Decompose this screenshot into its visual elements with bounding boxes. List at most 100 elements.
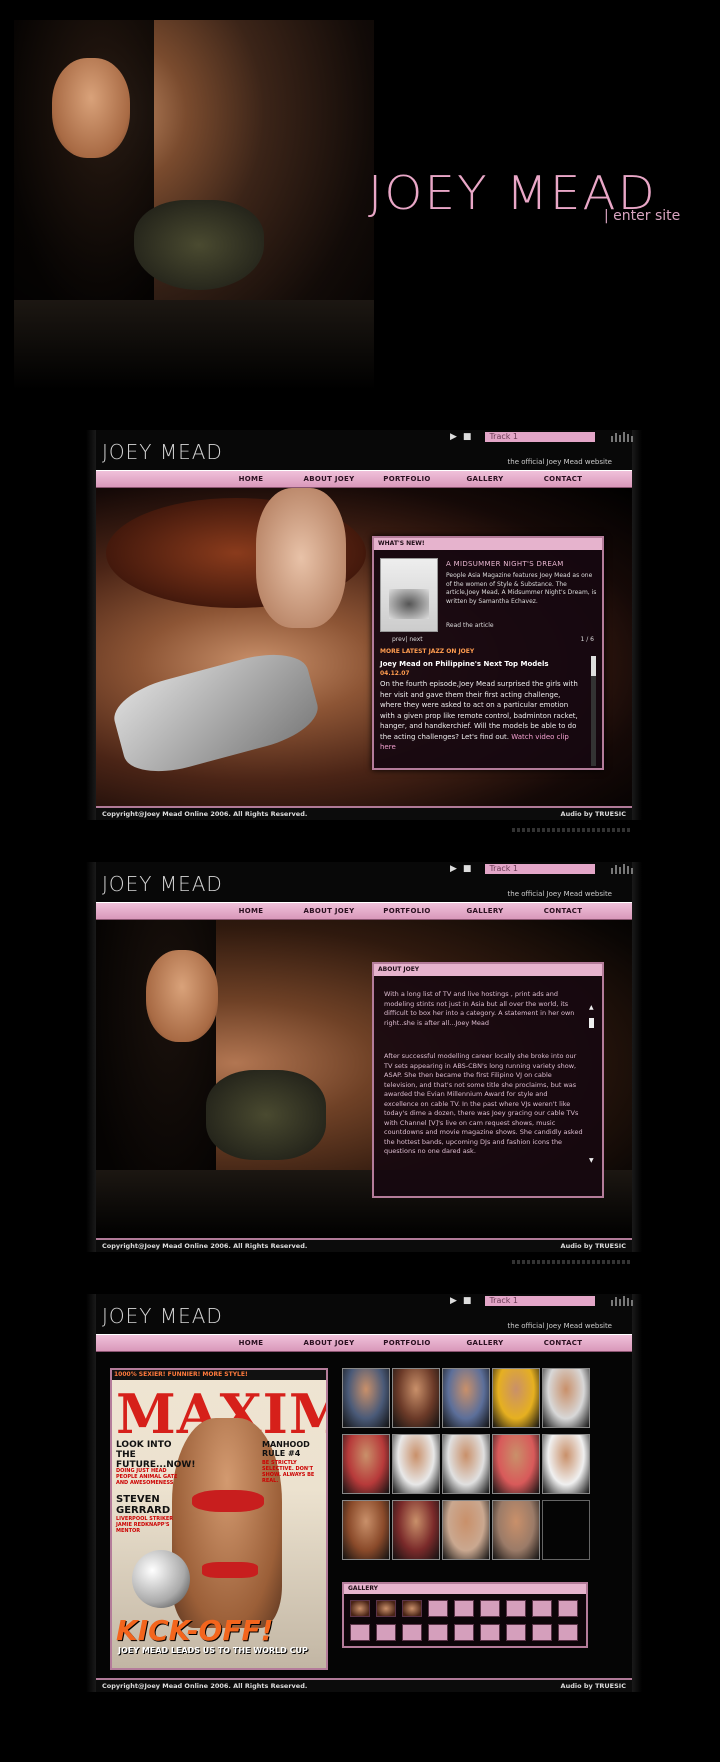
about-paragraph-2: After successful modelling career locall… — [384, 1052, 583, 1155]
gallery-thumbnail[interactable] — [542, 1368, 590, 1428]
article-thumbnail[interactable] — [380, 558, 438, 632]
gallery-slot[interactable] — [402, 1600, 422, 1617]
cover-bikini-bottom — [202, 1562, 258, 1578]
nav-contact[interactable]: CONTACT — [524, 1339, 602, 1347]
main-nav: HOME ABOUT JOEY PORTFOLIO GALLERY CONTAC… — [96, 470, 632, 488]
nav-home[interactable]: HOME — [212, 907, 290, 915]
gallery-thumbnail[interactable] — [392, 1434, 440, 1494]
gallery-thumbnail[interactable] — [442, 1434, 490, 1494]
gallery-thumbnail[interactable] — [442, 1368, 490, 1428]
scroll-down-icon[interactable]: ▼ — [589, 1157, 594, 1164]
featured-magazine-cover[interactable]: 1000% SEXIER! FUNNIER! MORE STYLE! MAXIM… — [110, 1368, 328, 1670]
nav-contact[interactable]: CONTACT — [524, 475, 602, 483]
nav-gallery[interactable]: GALLERY — [446, 1339, 524, 1347]
nav-gallery[interactable]: GALLERY — [446, 475, 524, 483]
gallery-screen: JOEY MEAD ▶ ■ Track 1 the official Joey … — [86, 1294, 642, 1692]
gallery-slot[interactable] — [454, 1600, 474, 1617]
gallery-slot[interactable] — [480, 1624, 500, 1641]
news-item-date: 04.12.07 — [380, 670, 410, 677]
about-scrollbar[interactable]: ▲ ▼ — [589, 1004, 594, 1164]
play-icon[interactable]: ▶ — [450, 432, 457, 442]
gallery-thumbnail[interactable] — [442, 1500, 490, 1560]
gallery-slot[interactable] — [376, 1600, 396, 1617]
nav-home[interactable]: HOME — [212, 1339, 290, 1347]
photo-bikini — [206, 1070, 326, 1160]
news-item-title: Joey Mead on Philippine's Next Top Model… — [380, 660, 549, 668]
whats-new-heading: WHAT'S NEW! — [374, 538, 602, 550]
gallery-strip: GALLERY — [342, 1582, 588, 1648]
stop-icon[interactable]: ■ — [463, 432, 472, 442]
nav-portfolio[interactable]: PORTFOLIO — [368, 1339, 446, 1347]
gallery-thumbnail[interactable] — [542, 1434, 590, 1494]
splash-photo — [14, 20, 374, 390]
site-footer: Copyright@Joey Mead Online 2006. All Rig… — [96, 1678, 632, 1692]
gallery-thumbnail[interactable] — [392, 1500, 440, 1560]
site-logo[interactable]: JOEY MEAD — [102, 872, 223, 896]
news-item-body: On the fourth episode,Joey Mead surprise… — [380, 679, 580, 753]
audio-player: ▶ ■ Track 1 — [450, 432, 634, 442]
nav-about[interactable]: ABOUT JOEY — [290, 475, 368, 483]
gallery-slot[interactable] — [350, 1624, 370, 1641]
nav-gallery[interactable]: GALLERY — [446, 907, 524, 915]
audio-credit: Audio by TRUESIC — [560, 1242, 626, 1250]
audio-player: ▶ ■ Track 1 — [450, 864, 634, 874]
play-icon[interactable]: ▶ — [450, 1296, 457, 1306]
copyright-text: Copyright@Joey Mead Online 2006. All Rig… — [102, 1682, 308, 1690]
home-body: WHAT'S NEW! A MIDSUMMER NIGHT'S DREAM Pe… — [96, 488, 632, 806]
gallery-slot[interactable] — [402, 1624, 422, 1641]
gallery-slot[interactable] — [428, 1600, 448, 1617]
article-count: 1 / 6 — [580, 636, 594, 643]
gallery-slot[interactable] — [532, 1600, 552, 1617]
gallery-thumbnail[interactable] — [492, 1434, 540, 1494]
cover-subline: JOEY MEAD LEADS US TO THE WORLD CUP — [118, 1646, 308, 1655]
nav-about[interactable]: ABOUT JOEY — [290, 1339, 368, 1347]
cover-line-2: DOING JUST HEAD PEOPLE ANIMAL GATE AND A… — [116, 1468, 178, 1486]
nav-contact[interactable]: CONTACT — [524, 907, 602, 915]
read-article-link[interactable]: Read the article — [446, 622, 494, 629]
scroll-thumb[interactable] — [589, 1018, 594, 1028]
gallery-slot[interactable] — [558, 1624, 578, 1641]
photo-pillow — [107, 643, 325, 783]
gallery-thumbnail[interactable] — [542, 1500, 590, 1560]
official-tagline: the official Joey Mead website — [507, 458, 612, 466]
audio-credit: Audio by TRUESIC — [560, 1682, 626, 1690]
article-summary: People Asia Magazine features Joey Mead … — [446, 572, 597, 605]
gallery-thumbnail[interactable] — [342, 1500, 390, 1560]
nav-portfolio[interactable]: PORTFOLIO — [368, 907, 446, 915]
about-heading: ABOUT JOEY — [374, 964, 602, 976]
site-logo[interactable]: JOEY MEAD — [102, 1304, 223, 1328]
nav-about[interactable]: ABOUT JOEY — [290, 907, 368, 915]
gallery-thumbnail[interactable] — [342, 1368, 390, 1428]
site-logo[interactable]: JOEY MEAD — [102, 440, 223, 464]
enter-site-link[interactable]: | enter site — [604, 208, 680, 224]
nav-portfolio[interactable]: PORTFOLIO — [368, 475, 446, 483]
audio-credit: Audio by TRUESIC — [560, 810, 626, 818]
scroll-up-icon[interactable]: ▲ — [589, 1004, 594, 1011]
splash-bikini — [134, 200, 264, 290]
gallery-slot[interactable] — [506, 1624, 526, 1641]
stop-icon[interactable]: ■ — [463, 1296, 472, 1306]
site-footer: Copyright@Joey Mead Online 2006. All Rig… — [96, 1238, 632, 1252]
gallery-slot[interactable] — [454, 1624, 474, 1641]
about-screen: JOEY MEAD ▶ ■ Track 1 the official Joey … — [86, 862, 642, 1264]
gallery-thumbnail[interactable] — [392, 1368, 440, 1428]
play-icon[interactable]: ▶ — [450, 864, 457, 874]
news-scrollbar[interactable] — [591, 656, 596, 766]
prev-next-pager[interactable]: prev| next — [392, 636, 423, 643]
gallery-slot[interactable] — [376, 1624, 396, 1641]
main-nav: HOME ABOUT JOEY PORTFOLIO GALLERY CONTAC… — [96, 1334, 632, 1352]
nav-home[interactable]: HOME — [212, 475, 290, 483]
gallery-slot[interactable] — [532, 1624, 552, 1641]
splash-rock — [14, 300, 374, 390]
gallery-slot[interactable] — [506, 1600, 526, 1617]
stop-icon[interactable]: ■ — [463, 864, 472, 874]
gallery-slot[interactable] — [558, 1600, 578, 1617]
gallery-slot[interactable] — [480, 1600, 500, 1617]
gallery-thumbnail[interactable] — [492, 1500, 540, 1560]
site-header: JOEY MEAD ▶ ■ Track 1 the official Joey … — [96, 430, 634, 470]
gallery-slot[interactable] — [350, 1600, 370, 1617]
gallery-slot[interactable] — [428, 1624, 448, 1641]
article-title: A MIDSUMMER NIGHT'S DREAM — [446, 560, 564, 568]
gallery-thumbnail[interactable] — [492, 1368, 540, 1428]
gallery-thumbnail[interactable] — [342, 1434, 390, 1494]
